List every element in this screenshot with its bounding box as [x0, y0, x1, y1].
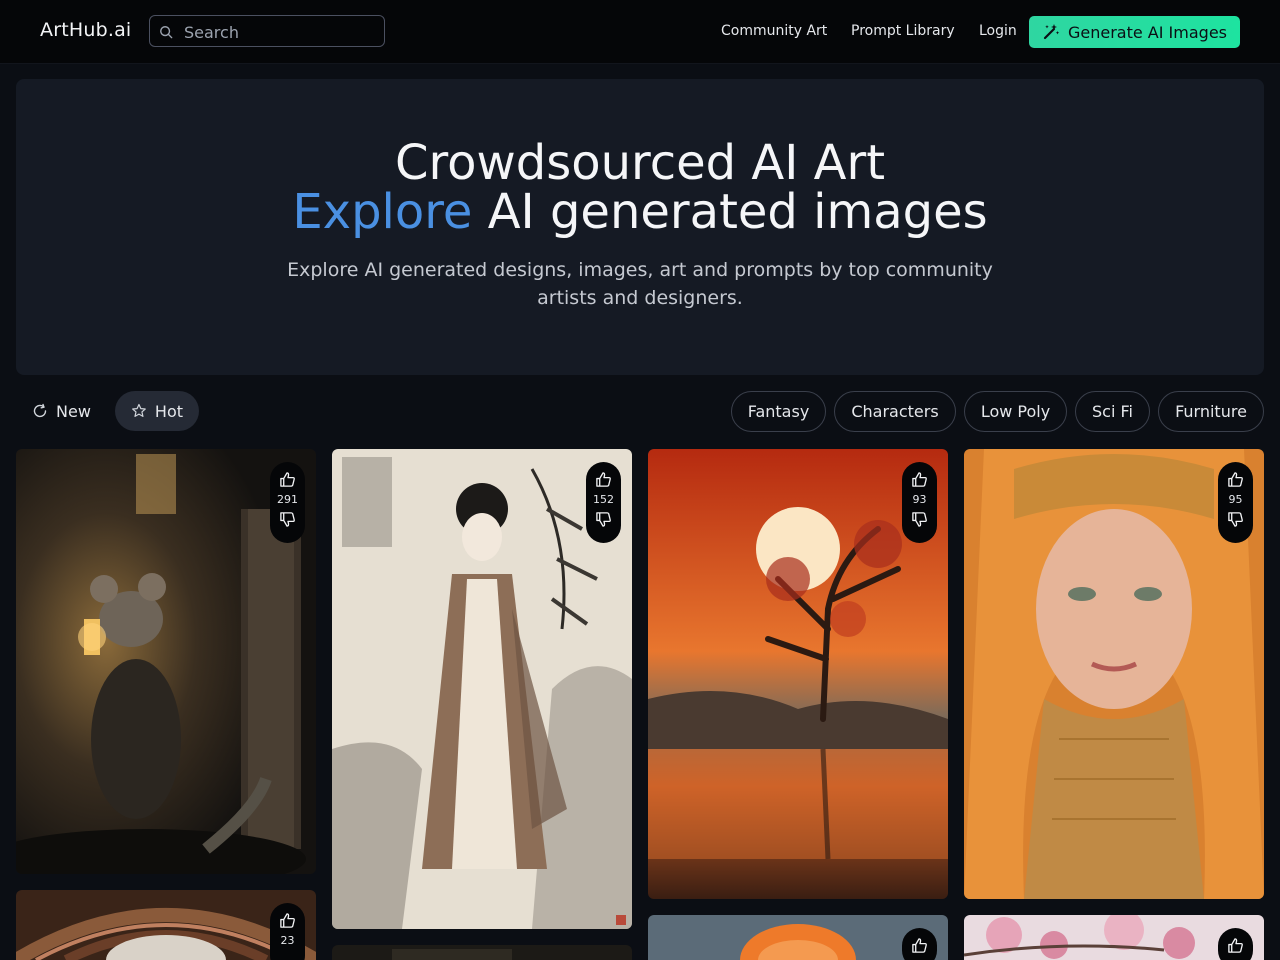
magic-wand-icon [1043, 24, 1060, 40]
vote-count: 95 [1228, 493, 1243, 506]
thumbs-down-icon[interactable] [911, 511, 928, 528]
gallery-card[interactable]: 93 [648, 449, 948, 899]
sort-hot-label: Hot [154, 401, 183, 421]
generate-button-label: Generate AI Images [1067, 22, 1227, 42]
thumbs-up-icon[interactable] [279, 471, 296, 488]
top-navbar: ArtHub.ai Community Art Prompt Library L… [0, 0, 1280, 64]
gallery-card[interactable] [332, 945, 632, 960]
generate-ai-images-button[interactable]: Generate AI Images [1029, 16, 1240, 48]
thumbs-up-icon[interactable] [1227, 937, 1244, 954]
search-input[interactable] [182, 20, 382, 44]
thumbs-up-icon[interactable] [911, 471, 928, 488]
gallery-card[interactable] [964, 915, 1264, 960]
vote-widget: 152 [586, 462, 621, 543]
refresh-icon [33, 403, 47, 418]
category-chip-sci-fi[interactable]: Sci Fi [1075, 391, 1150, 432]
vote-count: 93 [912, 493, 927, 506]
gallery-card[interactable]: 291 [16, 449, 316, 874]
star-icon [132, 403, 146, 417]
search-box[interactable] [149, 15, 385, 47]
thumbs-down-icon[interactable] [1227, 511, 1244, 528]
gallery-card[interactable]: 95 [964, 449, 1264, 899]
nav-login[interactable]: Login [979, 23, 1017, 39]
sort-hot-button[interactable]: Hot [115, 391, 199, 431]
thumbs-up-icon[interactable] [595, 471, 612, 488]
gallery-card[interactable] [648, 915, 948, 960]
vote-count: 291 [277, 493, 298, 506]
thumbs-down-icon[interactable] [279, 511, 296, 528]
category-chip-fantasy[interactable]: Fantasy [731, 391, 826, 432]
thumbs-down-icon[interactable] [595, 511, 612, 528]
vote-widget: 95 [1218, 462, 1253, 543]
thumbs-up-icon[interactable] [911, 937, 928, 954]
vote-widget: 23 [270, 903, 305, 960]
gallery-card[interactable]: 23 [16, 890, 316, 960]
nav-prompt-library[interactable]: Prompt Library [851, 23, 955, 39]
sort-new-label: New [56, 401, 91, 421]
vote-count: 23 [280, 934, 295, 947]
vote-widget: 93 [902, 462, 937, 543]
hero-title-line1: Crowdsourced AI Art [394, 135, 886, 191]
hero-section: Crowdsourced AI Art Explore AI generated… [16, 79, 1264, 375]
thumbs-up-icon[interactable] [1227, 471, 1244, 488]
hero-title-rest: AI generated images [472, 184, 988, 240]
vote-widget [1218, 928, 1253, 960]
hero-title-accent: Explore [292, 184, 473, 240]
vote-count: 152 [593, 493, 614, 506]
thumbs-up-icon[interactable] [279, 912, 296, 929]
hero-subtitle: Explore AI generated designs, images, ar… [287, 259, 993, 309]
vote-widget [902, 928, 937, 960]
sort-new-button[interactable]: New [16, 391, 107, 431]
nav-community-art[interactable]: Community Art [721, 23, 827, 39]
gallery-image [332, 945, 632, 960]
category-chip-furniture[interactable]: Furniture [1158, 391, 1264, 432]
gallery-card[interactable]: 152 [332, 449, 632, 929]
category-chip-low-poly[interactable]: Low Poly [964, 391, 1067, 432]
search-icon [160, 26, 173, 39]
hero-title: Crowdsourced AI Art Explore AI generated… [16, 139, 1264, 237]
vote-widget: 291 [270, 462, 305, 543]
category-chip-characters[interactable]: Characters [834, 391, 956, 432]
site-logo[interactable]: ArtHub.ai [40, 19, 131, 41]
